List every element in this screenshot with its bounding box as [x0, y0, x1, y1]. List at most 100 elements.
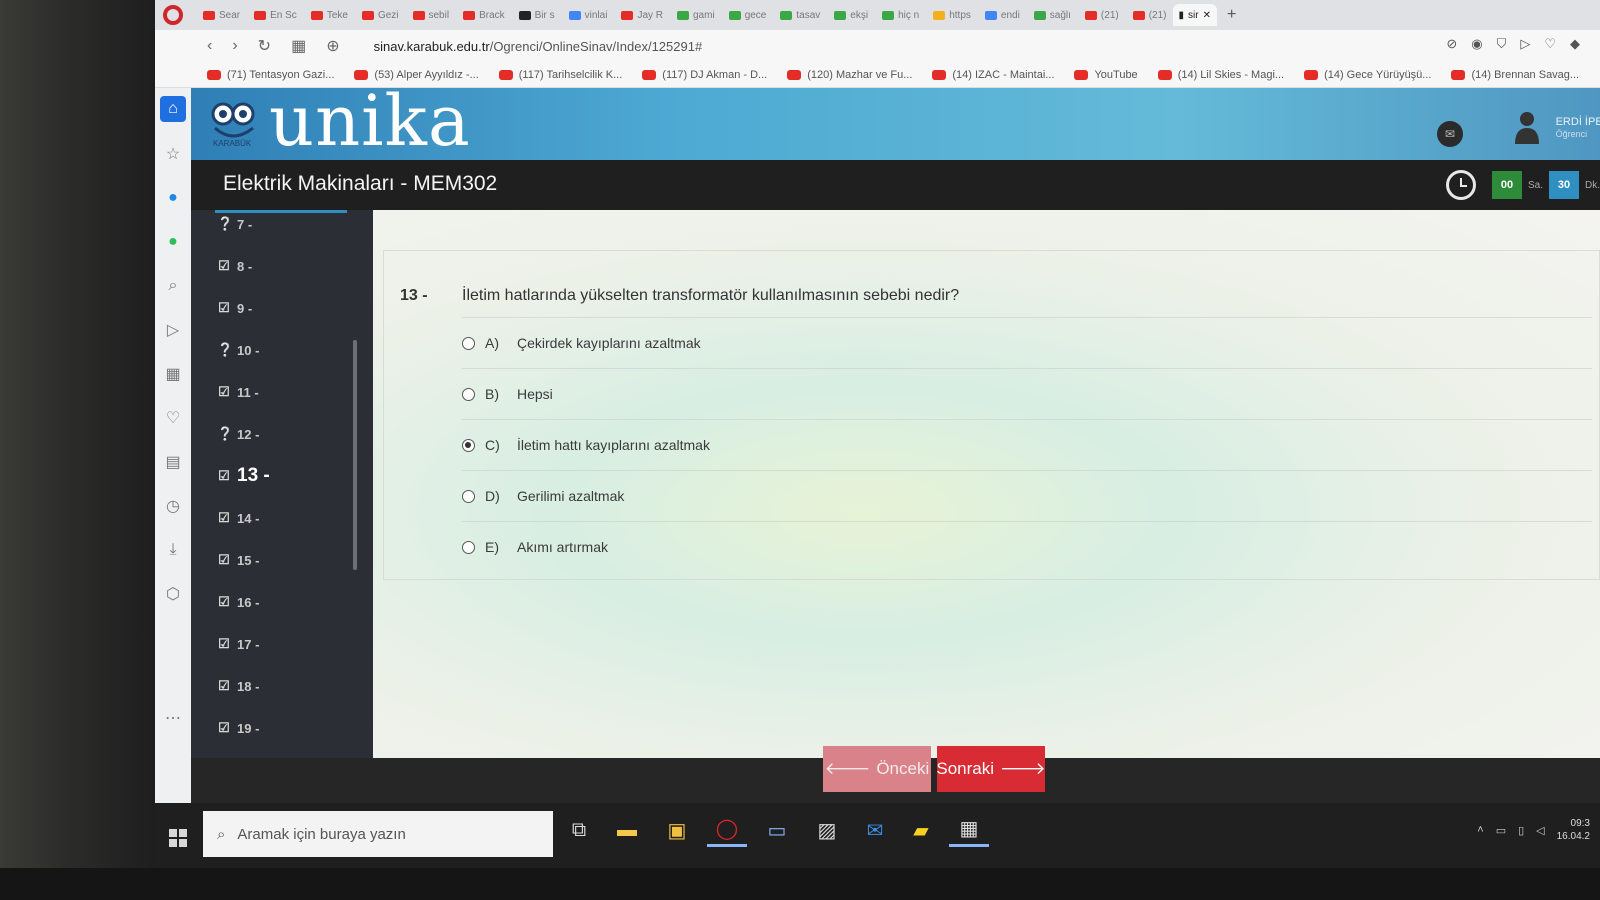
- flow-icon[interactable]: ▷: [155, 308, 191, 352]
- next-button[interactable]: Sonraki 🡒: [936, 746, 1046, 792]
- browser-tab[interactable]: Sear: [197, 4, 246, 26]
- site-info-icon[interactable]: ⊕: [326, 36, 339, 56]
- taskbar-search-box[interactable]: ⌕ Aramak için buraya yazın: [203, 811, 553, 857]
- browser-tab[interactable]: tasav: [774, 4, 826, 26]
- question-list-item[interactable]: ☑ 16 -: [217, 590, 259, 614]
- question-list-item[interactable]: ☑ 8 -: [217, 254, 252, 278]
- question-list-item[interactable]: ☑ 14 -: [217, 506, 259, 530]
- news-icon[interactable]: ▤: [155, 440, 191, 484]
- answer-option[interactable]: C) İletim hattı kayıplarını azaltmak: [462, 433, 710, 457]
- question-list-item[interactable]: ☑ 13 -: [217, 464, 270, 488]
- mail-app-icon[interactable]: ✉: [855, 813, 895, 847]
- browser-tab[interactable]: endi: [979, 4, 1026, 26]
- bookmark-item[interactable]: (14) Brennan Savag...: [1451, 69, 1579, 81]
- history-icon[interactable]: ◷: [155, 484, 191, 528]
- downloads-icon[interactable]: ⤓: [155, 528, 191, 572]
- browser-tab[interactable]: hiç n: [876, 4, 925, 26]
- heart-icon[interactable]: ♡: [1544, 36, 1556, 52]
- answer-radio[interactable]: [462, 336, 475, 350]
- browser-tab[interactable]: gece: [723, 4, 773, 26]
- browser-tab[interactable]: Teke: [305, 4, 354, 26]
- browser-tab[interactable]: Bir s: [513, 4, 561, 26]
- question-list-item[interactable]: ❔ 10 -: [217, 338, 259, 362]
- windows-start-icon[interactable]: [169, 829, 187, 847]
- workspaces-icon[interactable]: ▦: [155, 352, 191, 396]
- answer-option[interactable]: E) Akımı artırmak: [462, 535, 608, 559]
- home-icon[interactable]: ⌂: [160, 96, 186, 122]
- browser-tab[interactable]: En Sc: [248, 4, 303, 26]
- browser-tab[interactable]: Jay R: [615, 4, 669, 26]
- system-clock[interactable]: 09:3 16.04.2: [1557, 817, 1590, 843]
- close-tab-icon[interactable]: ✕: [1203, 10, 1211, 21]
- answer-radio[interactable]: [462, 438, 475, 452]
- bookmark-item[interactable]: (14) IZAC - Maintai...: [932, 69, 1054, 81]
- question-list-item[interactable]: ☑ 19 -: [217, 716, 259, 740]
- volume-icon[interactable]: ◁: [1536, 824, 1544, 837]
- opera-logo-icon[interactable]: [163, 5, 183, 25]
- browser-tab[interactable]: https: [927, 4, 977, 26]
- bookmark-item[interactable]: YouTube: [1074, 69, 1138, 81]
- sticky-notes-icon[interactable]: ▰: [901, 813, 941, 847]
- bookmark-item[interactable]: (14) Lil Skies - Magi...: [1157, 69, 1284, 81]
- browser-tab[interactable]: sağlı: [1028, 4, 1077, 26]
- question-list-scrollbar[interactable]: [353, 340, 357, 570]
- vpn-shield-icon[interactable]: ⛉: [1497, 36, 1507, 52]
- task-view-icon[interactable]: ⧉: [559, 813, 599, 847]
- more-icon[interactable]: ⋯: [155, 696, 191, 740]
- reload-icon[interactable]: ↻: [258, 36, 271, 56]
- bookmark-item[interactable]: (53) Alper Ayyıldız -...: [354, 69, 479, 81]
- browser-tab[interactable]: sebil: [407, 4, 456, 26]
- bookmark-item[interactable]: (117) Tarihselcilik K...: [498, 69, 622, 81]
- question-list-item[interactable]: ☑ 9 -: [217, 296, 252, 320]
- store-icon[interactable]: ▣: [657, 813, 697, 847]
- answer-radio[interactable]: [462, 540, 475, 554]
- tab-active[interactable]: ▮ sir ✕: [1172, 4, 1217, 26]
- forward-icon[interactable]: ›: [232, 37, 237, 55]
- url-field[interactable]: sinav.karabuk.edu.tr/Ogrenci/OnlineSinav…: [374, 39, 703, 54]
- bookmark-item[interactable]: (71) Tentasyon Gazi...: [207, 69, 334, 81]
- browser-tab[interactable]: gami: [671, 4, 721, 26]
- back-icon[interactable]: ‹: [207, 37, 212, 55]
- camera-icon[interactable]: ◉: [1471, 36, 1482, 52]
- user-name-block[interactable]: ERDİ İPEK Öğrenci: [1556, 116, 1600, 140]
- speed-dial-icon[interactable]: ☆: [155, 132, 191, 176]
- question-list-item[interactable]: ☑ 18 -: [217, 674, 259, 698]
- opera-taskbar-icon[interactable]: ◯: [707, 813, 747, 847]
- messenger-icon[interactable]: ●: [155, 176, 191, 220]
- previous-button[interactable]: 🡐 Önceki: [823, 746, 931, 792]
- answer-option[interactable]: D) Gerilimi azaltmak: [462, 484, 624, 508]
- favorites-icon[interactable]: ♡: [155, 396, 191, 440]
- question-list-item[interactable]: ☑ 15 -: [217, 548, 259, 572]
- question-list-item[interactable]: ❔ 7 -: [217, 212, 252, 236]
- whatsapp-icon[interactable]: ●: [155, 220, 191, 264]
- extensions-cube-icon[interactable]: ⬡: [155, 572, 191, 616]
- photos-icon[interactable]: ▨: [807, 813, 847, 847]
- extension-icon[interactable]: ◆: [1570, 36, 1580, 52]
- browser-tab[interactable]: Brack: [457, 4, 511, 26]
- question-list-item[interactable]: ☑ 17 -: [217, 632, 259, 656]
- answer-radio[interactable]: [462, 387, 475, 401]
- chevron-up-icon[interactable]: ˄: [1477, 824, 1483, 836]
- file-explorer-icon[interactable]: ▬: [607, 813, 647, 847]
- answer-radio[interactable]: [462, 489, 475, 503]
- answer-option[interactable]: B) Hepsi: [462, 382, 553, 406]
- tabs-grid-icon[interactable]: ▦: [291, 36, 306, 56]
- new-tab-button[interactable]: +: [1227, 6, 1236, 24]
- answer-option[interactable]: A) Çekirdek kayıplarını azaltmak: [462, 331, 701, 355]
- question-list-item[interactable]: ☑ 11 -: [217, 380, 259, 404]
- user-avatar[interactable]: [1514, 110, 1540, 144]
- browser-tab[interactable]: vinlai: [563, 4, 614, 26]
- search-icon[interactable]: ⌕: [155, 264, 191, 308]
- browser-tab[interactable]: Gezi: [356, 4, 405, 26]
- adblock-icon[interactable]: ⊘: [1446, 36, 1457, 52]
- browser-tab[interactable]: (21): [1127, 4, 1173, 26]
- bookmark-item[interactable]: (117) DJ Akman - D...: [642, 69, 767, 81]
- bookmark-item[interactable]: (14) Gece Yürüyüşü...: [1304, 69, 1431, 81]
- browser-tab[interactable]: ekşi: [828, 4, 874, 26]
- question-list-item[interactable]: ❔ 12 -: [217, 422, 259, 446]
- mail-icon[interactable]: ✉: [1437, 121, 1463, 147]
- network-icon[interactable]: ▯: [1518, 824, 1524, 837]
- computer-icon[interactable]: ▭: [757, 813, 797, 847]
- calculator-icon[interactable]: ▦: [949, 813, 989, 847]
- battery-icon[interactable]: ▭: [1496, 824, 1506, 837]
